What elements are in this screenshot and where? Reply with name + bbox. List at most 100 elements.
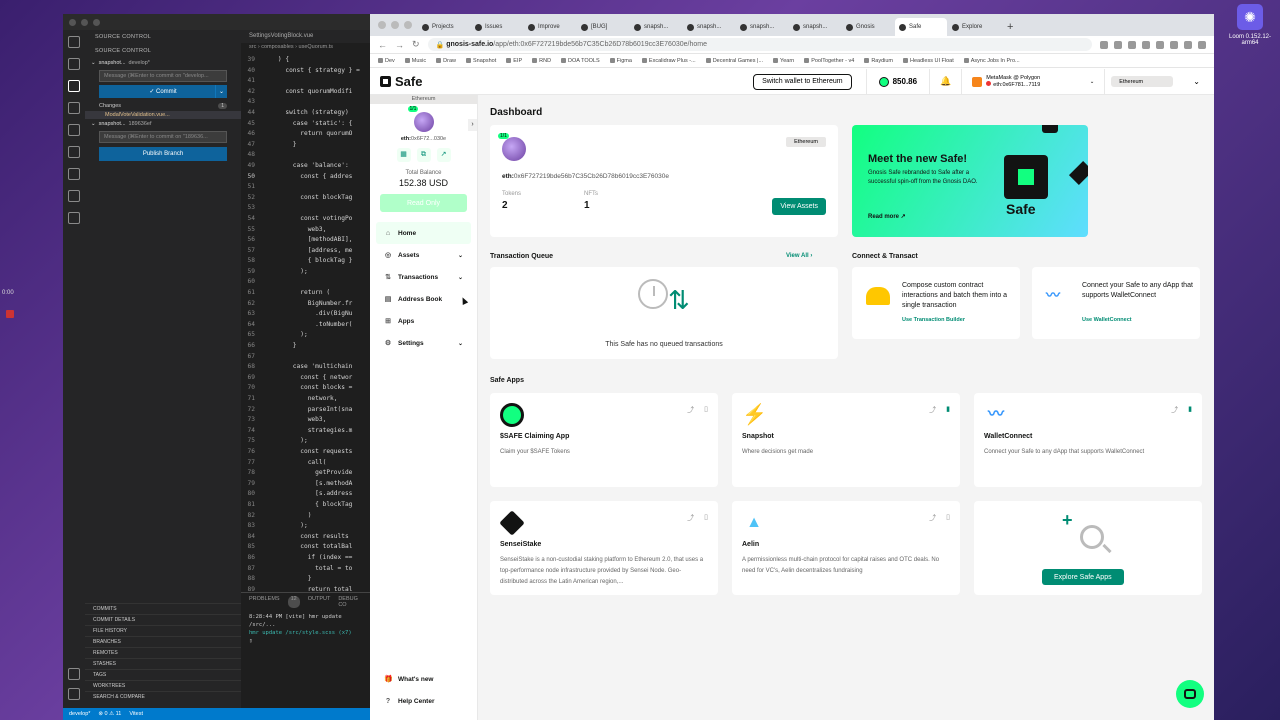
status-problems[interactable]: ⊗ 0 ⚠ 11 bbox=[98, 711, 121, 717]
account-icon[interactable] bbox=[68, 668, 80, 680]
view-all-link[interactable]: View All › bbox=[786, 253, 812, 259]
editor-tab[interactable]: SettingsVotingBlock.vue bbox=[241, 30, 321, 43]
bookmark-filled-icon[interactable]: ▮ bbox=[1188, 405, 1192, 415]
bookmark-filled-icon[interactable]: ▮ bbox=[946, 405, 950, 415]
changes-group[interactable]: Changes 1 bbox=[85, 101, 241, 111]
share-icon[interactable]: ⤴ bbox=[929, 405, 936, 415]
run-debug-icon[interactable] bbox=[68, 102, 80, 114]
switch-wallet-button[interactable]: Switch wallet to Ethereum bbox=[753, 73, 852, 90]
external-link-icon[interactable]: ↗ bbox=[436, 148, 451, 162]
tab-problems[interactable]: PROBLEMS bbox=[249, 596, 280, 608]
window-zoom-dot[interactable] bbox=[93, 18, 100, 26]
sidepanel-icon[interactable] bbox=[1170, 40, 1178, 49]
view-assets-button[interactable]: View Assets bbox=[772, 198, 826, 215]
repo-branch[interactable]: develop* bbox=[129, 60, 150, 66]
copy-icon[interactable]: ⧉ bbox=[416, 148, 431, 162]
status-branch[interactable]: develop* bbox=[69, 711, 90, 717]
bookmark-item[interactable]: DOA TOOLS bbox=[561, 58, 600, 64]
breadcrumb[interactable]: src › composables › useQuorum.ts bbox=[241, 43, 373, 53]
tab-output[interactable]: OUTPUT bbox=[308, 596, 331, 608]
bookmark-item[interactable]: Excalidraw Plus -... bbox=[642, 58, 696, 64]
new-tab-icon[interactable]: + bbox=[1001, 18, 1019, 36]
sidebar-item-apps[interactable]: ⊞ Apps bbox=[376, 310, 471, 332]
read-more-link[interactable]: Read more ↗ bbox=[868, 213, 906, 220]
reload-icon[interactable]: ↻ bbox=[412, 39, 420, 50]
explore-safe-apps-button[interactable]: Explore Safe Apps bbox=[1042, 569, 1124, 585]
commit-message-input[interactable]: Message (⌘Enter to commit on "develop... bbox=[99, 70, 227, 82]
browser-tab[interactable]: [BUG] bbox=[577, 18, 629, 36]
bookmark-star-icon[interactable] bbox=[1114, 40, 1122, 49]
bookmark-item[interactable]: Draw bbox=[436, 58, 456, 64]
notifications-bell-icon[interactable]: 🔔 bbox=[930, 76, 961, 87]
metamask-icon[interactable] bbox=[1128, 40, 1136, 49]
section-worktrees[interactable]: WORKTREES bbox=[85, 680, 241, 691]
app-card-senseistake[interactable]: ⤴ ▯ SenseiStake SenseiStake is a non-cust… bbox=[490, 501, 718, 595]
support-chat-icon[interactable] bbox=[1176, 680, 1204, 708]
browser-tab[interactable]: Improve bbox=[524, 18, 576, 36]
bookmark-item[interactable]: Decentral Games |... bbox=[706, 58, 763, 64]
bookmark-item[interactable]: Figma bbox=[610, 58, 632, 64]
chevron-down-icon[interactable]: ⌄ bbox=[1090, 79, 1095, 85]
back-icon[interactable]: ← bbox=[378, 40, 387, 50]
profile-avatar[interactable] bbox=[1184, 40, 1192, 49]
app-card-aelin[interactable]: ▲ ⤴ ▯ Aelin A permissionless multi-chain … bbox=[732, 501, 960, 595]
gitlens-icon[interactable] bbox=[68, 190, 80, 202]
repo-row[interactable]: ⌄ snapshot... 189636ef bbox=[85, 119, 241, 129]
section-commits[interactable]: COMMITS bbox=[85, 603, 241, 614]
bookmark-item[interactable]: Raydium bbox=[864, 58, 893, 64]
source-control-section[interactable]: SOURCE CONTROL bbox=[85, 44, 241, 58]
bookmark-icon[interactable]: ▯ bbox=[704, 513, 708, 523]
bookmark-item[interactable]: Async Jobs In Pro... bbox=[964, 58, 1020, 64]
section-search-compare[interactable]: SEARCH & COMPARE bbox=[85, 691, 241, 702]
browser-tab-active[interactable]: Safe bbox=[895, 18, 947, 36]
app-card-safe-claiming[interactable]: ⤴ ▯ $SAFE Claiming App Claim your $SAFE T… bbox=[490, 393, 718, 487]
network-selector-chevron-icon[interactable]: ⌄ bbox=[1179, 77, 1214, 86]
sidebar-item-home[interactable]: ⌂ Home bbox=[376, 222, 471, 244]
window-close-dot[interactable] bbox=[69, 18, 76, 26]
url-input[interactable]: 🔒 gnosis-safe.io /app/eth:0x6F727219bde5… bbox=[427, 38, 1092, 51]
collapse-sidebar-icon[interactable]: › bbox=[468, 119, 477, 131]
bookmark-icon[interactable]: ▯ bbox=[946, 513, 950, 523]
extensions-icon[interactable] bbox=[68, 124, 80, 136]
sidebar-item-assets[interactable]: ◎ Assets ⌄ bbox=[376, 244, 471, 266]
app-card-walletconnect[interactable]: 〰 ⤴ ▮ WalletConnect Connect your Safe to … bbox=[974, 393, 1202, 487]
bookmark-item[interactable]: Headless UI Float bbox=[903, 58, 954, 64]
extension-icon[interactable] bbox=[1142, 40, 1150, 49]
forward-icon[interactable]: → bbox=[395, 40, 404, 50]
share-icon[interactable]: ⤴ bbox=[1171, 405, 1178, 415]
share-icon[interactable]: ⤴ bbox=[687, 405, 694, 415]
browser-tab[interactable]: snapsh... bbox=[789, 18, 841, 36]
sidebar-item-address-book[interactable]: ▤ Address Book bbox=[376, 288, 471, 310]
manage-gear-icon[interactable] bbox=[68, 688, 80, 700]
remote-explorer-icon[interactable] bbox=[68, 146, 80, 158]
section-tags[interactable]: TAGS bbox=[85, 669, 241, 680]
help-center-link[interactable]: ? Help Center bbox=[376, 690, 471, 712]
source-control-icon[interactable] bbox=[68, 80, 80, 92]
share-icon[interactable]: ⤴ bbox=[687, 513, 694, 523]
commit-message-input[interactable]: Message (⌘Enter to commit on "189636... bbox=[99, 131, 227, 143]
code-editor[interactable]: 39 ) {40 const { strategy } = 41 42 const … bbox=[241, 53, 373, 595]
browser-tab[interactable]: Projects bbox=[418, 18, 470, 36]
whats-new-link[interactable]: 🎁 What's new bbox=[376, 668, 471, 690]
testing-icon[interactable] bbox=[68, 168, 80, 180]
transaction-builder-card[interactable]: Compose custom contract interactions and… bbox=[852, 267, 1020, 339]
window-close-dot[interactable] bbox=[378, 21, 386, 29]
bookmark-item[interactable]: Snapshot bbox=[466, 58, 496, 64]
repo-row[interactable]: ⌄ snapshot... develop* bbox=[85, 58, 241, 68]
read-only-button[interactable]: Read Only bbox=[380, 194, 467, 212]
safe-logo[interactable]: Safe bbox=[370, 74, 478, 89]
sidebar-item-settings[interactable]: ⚙ Settings ⌄ bbox=[376, 332, 471, 354]
qr-code-icon[interactable]: ▦ bbox=[396, 148, 411, 162]
sidebar-item-transactions[interactable]: ⇅ Transactions ⌄ bbox=[376, 266, 471, 288]
browser-tab[interactable]: snapsh... bbox=[683, 18, 735, 36]
browser-tab[interactable]: Issues bbox=[471, 18, 523, 36]
connected-wallet[interactable]: MetaMask @ Polygon eth:0x6F781...7119 ⌄ bbox=[962, 75, 1104, 88]
github-icon[interactable] bbox=[68, 212, 80, 224]
browser-tab[interactable]: Gnosis bbox=[842, 18, 894, 36]
section-file-history[interactable]: FILE HISTORY bbox=[85, 625, 241, 636]
repo-branch[interactable]: 189636ef bbox=[129, 121, 152, 127]
browser-tab[interactable]: snapsh... bbox=[630, 18, 682, 36]
status-vitest[interactable]: Vitest bbox=[129, 711, 143, 717]
recording-stop-icon[interactable] bbox=[6, 310, 14, 318]
terminal[interactable]: 8:28:44 PM [vite] hmr update /src/... hm… bbox=[241, 611, 373, 647]
